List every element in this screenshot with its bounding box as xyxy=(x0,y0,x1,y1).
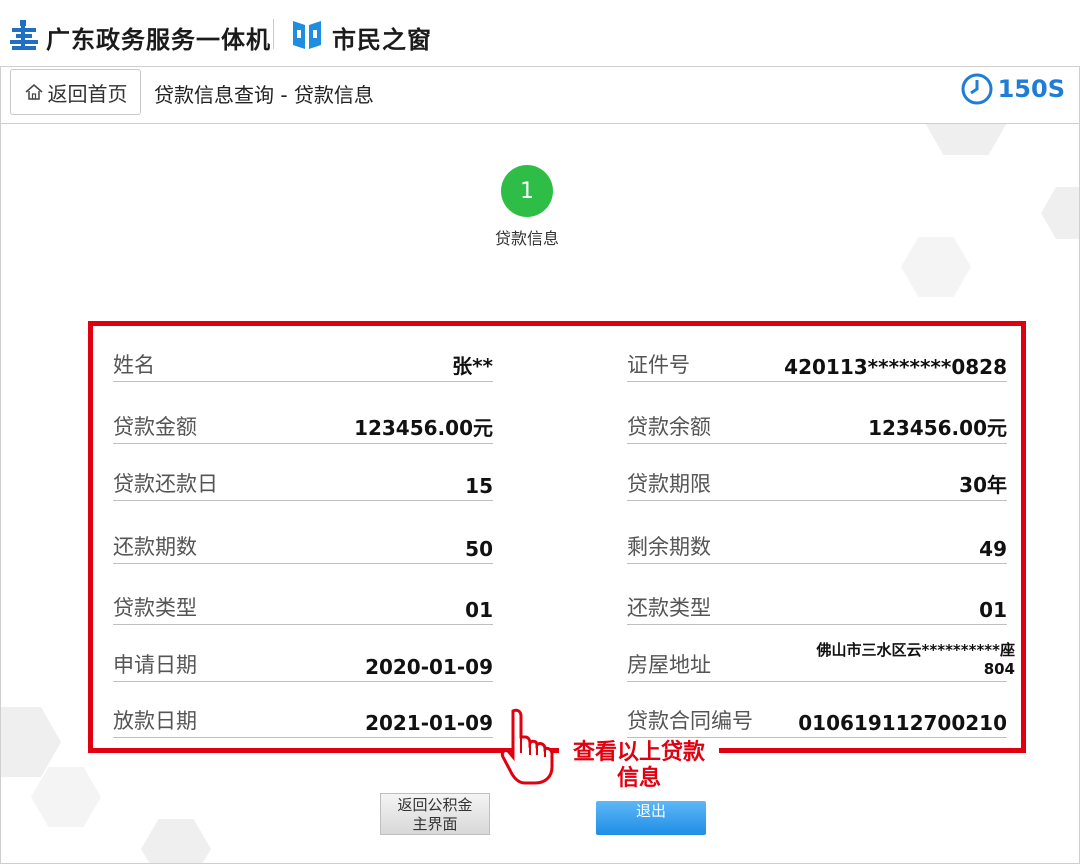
brand-title: 广东政务服务一体机 xyxy=(46,26,271,54)
info-label: 剩余期数 xyxy=(627,535,711,559)
breadcrumb: 贷款信息查询 - 贷款信息 xyxy=(154,83,374,107)
info-label: 贷款余额 xyxy=(627,415,711,439)
info-value: 50 xyxy=(465,537,493,561)
home-button-label: 返回首页 xyxy=(47,81,128,106)
countdown-timer: 150S xyxy=(960,72,1065,106)
sub-header: 返回首页 贷款信息查询 - 贷款信息 150S xyxy=(1,67,1079,124)
info-label: 贷款类型 xyxy=(113,596,197,620)
address-line-1: 佛山市三水区云**********座 xyxy=(816,641,1015,659)
info-value: 2020-01-09 xyxy=(365,655,493,679)
loan-info-panel: 姓名 张** 贷款金额 123456.00元 贷款还款日 15 还款期数 50 … xyxy=(88,321,1026,753)
back-button-line-1: 返回公积金 xyxy=(397,796,473,814)
info-value: 49 xyxy=(979,537,1007,561)
decor-hexagon xyxy=(1041,187,1079,239)
info-label: 还款期数 xyxy=(113,535,197,559)
info-value: 2021-01-09 xyxy=(365,711,493,735)
main-frame: 返回首页 贷款信息查询 - 贷款信息 150S 1 贷款信息 姓名 张** 贷款… xyxy=(0,66,1080,864)
info-value: 01 xyxy=(979,598,1007,622)
info-label: 贷款合同编号 xyxy=(627,709,753,733)
address-line-2: 804 xyxy=(983,660,1015,678)
info-label: 贷款期限 xyxy=(627,472,711,496)
timer-value: 150S xyxy=(997,75,1065,103)
info-row-repay-type: 还款类型 01 xyxy=(627,591,1007,625)
info-value: 123456.00元 xyxy=(354,416,493,440)
home-icon xyxy=(25,84,42,100)
citizen-window-title: 市民之窗 xyxy=(332,26,432,54)
info-label: 申请日期 xyxy=(113,653,197,677)
info-value: 01 xyxy=(465,598,493,622)
info-row-apply-date: 申请日期 2020-01-09 xyxy=(113,648,493,682)
home-button[interactable]: 返回首页 xyxy=(10,69,141,115)
info-label: 房屋地址 xyxy=(627,653,711,677)
annotation-callout: 查看以上贷款 信息 xyxy=(559,740,719,792)
info-value: 佛山市三水区云**********座 804 xyxy=(817,641,1015,681)
info-label: 证件号 xyxy=(627,353,690,377)
step-label: 贷款信息 xyxy=(494,229,559,248)
info-row-contract-number: 贷款合同编号 010619112700210 xyxy=(627,704,1007,738)
decor-hexagon xyxy=(901,237,971,297)
back-to-fund-main-button[interactable]: 返回公积金 主界面 xyxy=(380,793,490,835)
exit-button[interactable]: 退出 xyxy=(596,801,706,835)
gov-logo-icon xyxy=(10,20,38,50)
info-label: 贷款金额 xyxy=(113,415,197,439)
decor-hexagon xyxy=(1,707,61,777)
back-button-line-2: 主界面 xyxy=(412,815,458,833)
info-row-house-address: 房屋地址 佛山市三水区云**********座 804 xyxy=(627,634,1015,682)
info-row-disburse-date: 放款日期 2021-01-09 xyxy=(113,704,493,738)
info-row-id-number: 证件号 420113********0828 xyxy=(627,348,1007,382)
info-value: 123456.00元 xyxy=(868,416,1007,440)
info-row-repay-day: 贷款还款日 15 xyxy=(113,467,493,501)
clock-icon xyxy=(961,73,993,105)
pointing-hand-icon xyxy=(500,708,554,785)
info-row-loan-term: 贷款期限 30年 xyxy=(627,467,1007,501)
info-row-remaining-periods: 剩余期数 49 xyxy=(627,530,1007,564)
info-label: 贷款还款日 xyxy=(113,472,218,496)
info-label: 放款日期 xyxy=(113,709,197,733)
annotation-line-1: 查看以上贷款 xyxy=(572,740,705,765)
info-row-loan-type: 贷款类型 01 xyxy=(113,591,493,625)
decor-hexagon xyxy=(141,819,211,863)
info-value: 张** xyxy=(452,354,493,378)
info-label: 还款类型 xyxy=(627,596,711,620)
step-indicator: 1 xyxy=(501,165,553,217)
info-row-loan-balance: 贷款余额 123456.00元 xyxy=(627,410,1007,444)
info-value: 420113********0828 xyxy=(784,355,1007,379)
info-value: 30年 xyxy=(959,473,1007,497)
brand-bar: 广东政务服务一体机 市民之窗 xyxy=(0,0,1080,66)
info-value: 15 xyxy=(465,474,493,498)
info-label: 姓名 xyxy=(113,353,155,377)
citizen-window-logo-icon xyxy=(293,21,321,49)
info-row-name: 姓名 张** xyxy=(113,348,493,382)
info-row-repay-periods: 还款期数 50 xyxy=(113,530,493,564)
info-row-loan-amount: 贷款金额 123456.00元 xyxy=(113,410,493,444)
info-value: 010619112700210 xyxy=(798,711,1007,735)
brand-divider xyxy=(273,19,274,49)
annotation-line-2: 信息 xyxy=(616,766,661,791)
